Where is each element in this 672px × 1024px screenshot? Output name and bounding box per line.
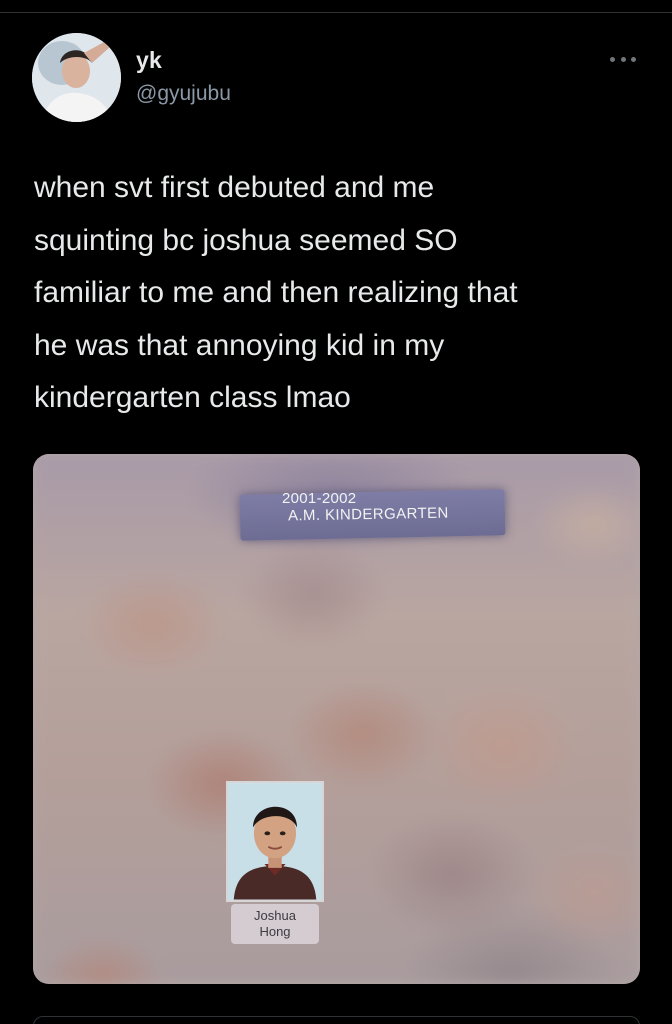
portrait-caption-first-name: Joshua <box>254 908 296 923</box>
yearbook-class-name: A.M. KINDERGARTEN <box>287 504 449 525</box>
dot <box>631 56 636 62</box>
tweet-text: when svt first debuted and me squinting … <box>34 171 518 414</box>
more-horizontal-icon[interactable] <box>610 52 636 66</box>
next-card-edge <box>33 1016 640 1024</box>
avatar-image <box>32 33 121 122</box>
portrait-caption-last-name: Hong <box>259 924 291 939</box>
display-name[interactable]: yk <box>136 47 162 74</box>
portrait-photo <box>228 783 322 900</box>
dot <box>610 56 615 62</box>
student-portrait <box>226 781 324 902</box>
top-divider <box>0 12 672 13</box>
avatar[interactable] <box>32 33 121 122</box>
dot <box>620 56 626 62</box>
user-handle[interactable]: @gyujubu <box>136 82 231 106</box>
yearbook-year: 2001-2002 <box>282 490 357 507</box>
tweet-media-image[interactable]: 2001-2002 A.M. KINDERGARTEN Joshua Hong <box>33 454 640 984</box>
